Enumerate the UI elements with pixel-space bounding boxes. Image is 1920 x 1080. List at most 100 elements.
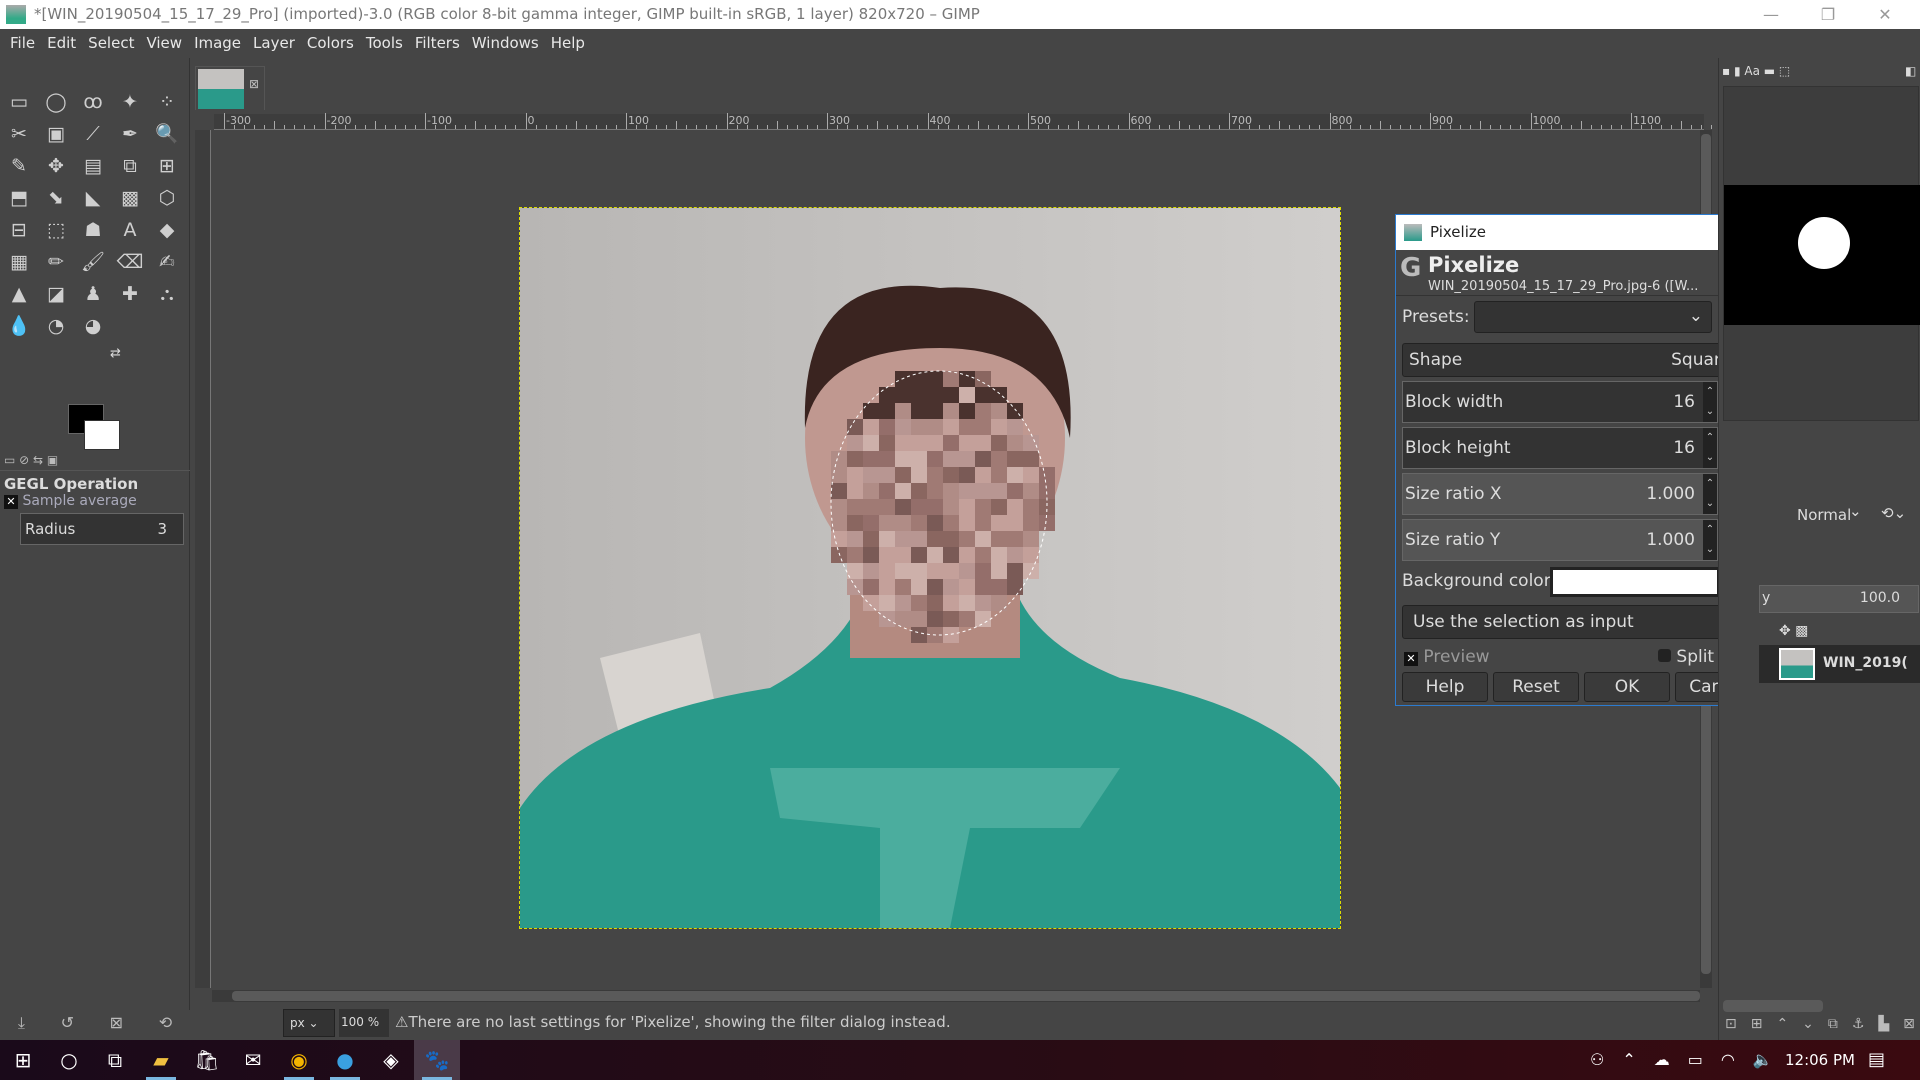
ok-button[interactable]: OK <box>1584 672 1670 702</box>
background-color-button[interactable] <box>1550 567 1720 597</box>
minimize-button[interactable]: — <box>1748 0 1794 29</box>
tool-button[interactable]: ✚ <box>113 278 147 310</box>
tool-button[interactable]: ▦ <box>2 246 36 278</box>
block-height-slider[interactable]: Block height 16 ⌃ ⌄ <box>1402 427 1718 469</box>
menu-file[interactable]: File <box>4 29 41 58</box>
image-tab[interactable]: ⊠ <box>195 66 265 110</box>
menu-view[interactable]: View <box>140 29 188 58</box>
tool-button[interactable]: ◆ <box>150 214 184 246</box>
tool-button[interactable]: A <box>113 214 147 246</box>
tool-button[interactable]: ◯ <box>39 86 73 118</box>
horizontal-ruler[interactable]: -300 -200 -100 0 100 200 300 400 500 600 700 800 900… <box>214 113 1722 130</box>
chrome-icon[interactable]: ◉ <box>276 1040 322 1080</box>
menu-help[interactable]: Help <box>545 29 591 58</box>
preview-checkbox[interactable]: ✕ Preview <box>1404 647 1490 667</box>
gimp-taskbar-icon[interactable]: 🐾 <box>414 1040 460 1080</box>
menu-layer[interactable]: Layer <box>247 29 301 58</box>
app-icon[interactable]: ◈ <box>368 1040 414 1080</box>
store-icon[interactable]: 🛍 <box>184 1040 230 1080</box>
close-button[interactable]: ✕ <box>1862 0 1908 29</box>
tool-button[interactable]: ✏ <box>39 246 73 278</box>
reset-icon[interactable]: ⟲ <box>159 1013 172 1043</box>
close-tab-icon[interactable]: ⊠ <box>249 77 259 91</box>
sample-average-checkbox[interactable]: ✕ Sample average <box>0 493 190 509</box>
tool-button[interactable]: ◕ <box>76 310 110 342</box>
tool-button[interactable]: 💧 <box>2 310 36 342</box>
tool-options-tabs[interactable]: ▭ ⊘ ⇆ ▣ <box>0 453 190 471</box>
tool-button[interactable]: ✒ <box>113 118 147 150</box>
clock[interactable]: 12:06 PM <box>1785 1040 1855 1080</box>
tool-button[interactable]: ⛬ <box>150 278 184 310</box>
tool-button[interactable]: ▤ <box>76 150 110 182</box>
cortana-icon[interactable]: ○ <box>46 1040 92 1080</box>
tool-button[interactable]: ⟋ <box>76 118 110 150</box>
background-color[interactable] <box>84 420 120 450</box>
action-center-icon[interactable]: ▤ <box>1868 1040 1885 1080</box>
save-icon[interactable]: ⤓ <box>18 1013 25 1043</box>
menu-colors[interactable]: Colors <box>301 29 360 58</box>
tool-button[interactable]: ◣ <box>76 182 110 214</box>
start-windows-icon[interactable]: ⊞ <box>0 1040 46 1080</box>
tool-button[interactable]: ☗ <box>76 214 110 246</box>
file-explorer-icon[interactable]: ▰ <box>138 1040 184 1080</box>
delete-icon[interactable]: ⊠ <box>110 1013 123 1043</box>
radius-spinner[interactable]: Radius 3 <box>20 513 184 545</box>
menu-image[interactable]: Image <box>188 29 247 58</box>
layer-actions[interactable]: ⊡ ⊞ ⌃ ⌄ ⧉ ⚓ ▙ ⊠ <box>1725 1016 1915 1032</box>
tool-button[interactable]: ▩ <box>113 182 147 214</box>
help-button[interactable]: Help <box>1402 672 1488 702</box>
tool-button[interactable]: ▲ <box>2 278 36 310</box>
block-width-slider[interactable]: Block width 16 ⌃ ⌄ <box>1402 381 1718 423</box>
layer-row[interactable]: WIN_2019( <box>1759 645 1920 683</box>
system-tray[interactable]: ⚇ ⌃ ☁ ▭ ◠ 🔈 <box>1590 1040 1773 1080</box>
restore-button[interactable]: ❐ <box>1805 0 1851 29</box>
task-view-icon[interactable]: ⧉ <box>92 1040 138 1080</box>
lock-icons[interactable]: ✥ ▩ <box>1779 623 1808 639</box>
tool-button[interactable]: ✍ <box>150 246 184 278</box>
horizontal-scrollbar[interactable] <box>212 990 1700 1002</box>
tool-button[interactable]: 🔍 <box>150 118 184 150</box>
menu-edit[interactable]: Edit <box>41 29 82 58</box>
menu-windows[interactable]: Windows <box>466 29 545 58</box>
size-ratio-x-slider[interactable]: Size ratio X 1.000 ⌃ ⌄ <box>1402 473 1718 515</box>
tool-button[interactable]: ▭ <box>2 86 36 118</box>
restore-icon[interactable]: ↺ <box>61 1013 74 1043</box>
tool-button[interactable]: ✦ <box>113 86 147 118</box>
shape-dropdown[interactable]: Shape Square ⌄ <box>1402 343 1760 377</box>
mail-icon[interactable]: ✉ <box>230 1040 276 1080</box>
tool-button[interactable]: ⊟ <box>2 214 36 246</box>
tool-button[interactable]: ⬡ <box>150 182 184 214</box>
tool-button[interactable]: ⬚ <box>39 214 73 246</box>
tool-button[interactable]: 🖌 <box>76 246 110 278</box>
tool-button[interactable]: ◔ <box>39 310 73 342</box>
reset-button[interactable]: Reset <box>1493 672 1579 702</box>
tool-button[interactable]: ꝏ <box>76 86 110 118</box>
toolbox-bottom-icons[interactable]: ⤓ ↺ ⊠ ⟲ <box>0 1013 190 1043</box>
unit-dropdown[interactable]: px ⌄ <box>283 1009 335 1037</box>
tool-button[interactable]: ⧉ <box>113 150 147 182</box>
tool-button[interactable]: ⊞ <box>150 150 184 182</box>
dock-menu-icon[interactable]: ◧ <box>1905 64 1916 78</box>
tool-button[interactable]: ✂ <box>2 118 36 150</box>
layers-scrollbar[interactable] <box>1723 1000 1823 1012</box>
opacity-slider[interactable]: y 100.0 <box>1759 585 1919 613</box>
tool-button[interactable]: ✥ <box>39 150 73 182</box>
zoom-dropdown[interactable]: 100 % ⌄ <box>339 1009 389 1055</box>
tool-button[interactable]: ♟ <box>76 278 110 310</box>
thunderbird-icon[interactable]: ● <box>322 1040 368 1080</box>
tool-button[interactable]: ⬊ <box>39 182 73 214</box>
tool-button[interactable]: ⌫ <box>113 246 147 278</box>
swap-colors-icon[interactable]: ⇄ <box>110 346 121 361</box>
vertical-ruler[interactable] <box>195 130 211 988</box>
menu-select[interactable]: Select <box>82 29 140 58</box>
tool-button[interactable]: ▣ <box>39 118 73 150</box>
menu-filters[interactable]: Filters <box>409 29 466 58</box>
presets-dropdown[interactable]: ⌄ <box>1474 301 1712 333</box>
menu-tools[interactable]: Tools <box>360 29 409 58</box>
tool-button[interactable]: ✎ <box>2 150 36 182</box>
tool-button[interactable]: ⬒ <box>2 182 36 214</box>
input-mode-dropdown[interactable]: Use the selection as input ⌄ <box>1402 605 1760 639</box>
dock-tabs[interactable]: ▪ ▮ Aa ▬ ⬚ <box>1722 64 1790 78</box>
tool-button[interactable]: ⁘ <box>150 86 184 118</box>
image-canvas[interactable] <box>519 207 1341 929</box>
